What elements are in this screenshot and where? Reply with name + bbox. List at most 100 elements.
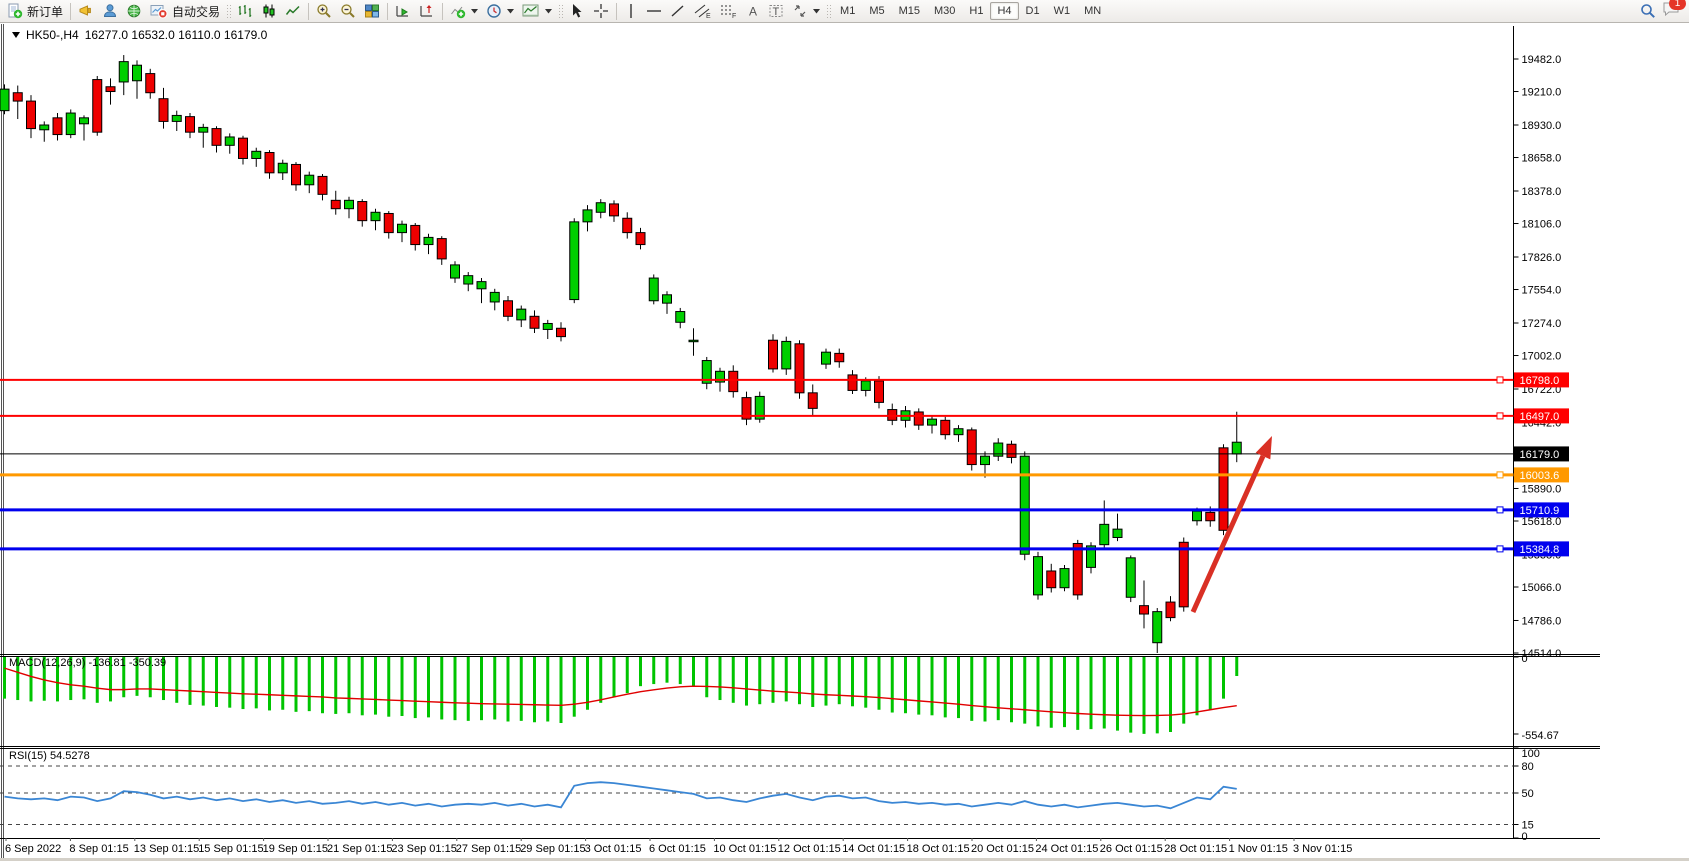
date-tick-label: 18 Oct 01:15 [907,843,970,855]
arrows-tool[interactable] [788,1,824,21]
toolbar-separator [308,3,309,20]
candle-down [610,204,619,216]
text-icon: A [746,3,760,19]
indicators-button[interactable] [446,1,482,21]
community-button[interactable] [98,1,122,21]
hline-handle[interactable] [1497,472,1503,478]
candle-chart-button[interactable] [257,1,281,21]
fibonacci-tool[interactable]: F [716,1,742,21]
zoom-in-button[interactable] [312,1,336,21]
new-order-button[interactable]: 新订单 [3,1,67,21]
signals-button[interactable] [122,1,146,21]
trend-line-tool[interactable] [666,1,690,21]
candle-down [557,328,566,336]
candle-up [133,65,142,81]
zoom-out-button[interactable] [336,1,360,21]
symbol-dropdown-caret[interactable] [12,32,20,38]
candle-down [106,87,115,92]
candle-up [40,125,49,130]
hline-handle[interactable] [1497,546,1503,552]
candle-down [212,129,221,146]
alerts-button[interactable] [74,1,98,21]
price-tick-label: 19482.0 [1522,54,1562,66]
auto-scroll-button[interactable] [391,1,415,21]
crosshair-tool-button[interactable] [589,1,613,21]
price-axis[interactable]: 19482.019210.018930.018658.018378.018106… [1514,54,1562,660]
autotrade-button[interactable]: 自动交易 [146,1,224,21]
candle-up [1034,557,1043,595]
candle-down [1140,606,1149,614]
toolbar-separator [616,3,617,20]
template-icon [522,3,540,19]
text-letter: A [749,5,757,19]
search-icon[interactable] [1640,3,1656,19]
templates-button[interactable] [518,1,556,21]
candle-down [27,101,36,129]
periods-button[interactable] [482,1,518,21]
candle-down [159,99,168,122]
tf-m30-button[interactable]: M30 [927,2,962,20]
candle-up [1113,529,1122,537]
level-lines-layer: 16798.016497.016179.016003.615710.915384… [0,372,1569,556]
date-axis[interactable]: 6 Sep 20228 Sep 01:1513 Sep 01:1515 Sep … [0,838,1689,861]
price-tick-label: 17826.0 [1522,252,1562,264]
auto-scroll-icon [395,3,411,19]
candle-up [0,89,9,111]
trend-arrow-annotation[interactable] [1193,436,1272,612]
candle-up [689,340,698,342]
candle-up [954,429,963,435]
tf-h4-button[interactable]: H4 [990,2,1018,20]
hline-handle[interactable] [1497,377,1503,383]
rsi-tick-label: 0 [1522,831,1528,843]
price-tick-label: 15066.0 [1522,582,1562,594]
rsi-tick-label: 100 [1522,748,1540,760]
toolbar-right: 1 [1640,1,1686,22]
horizontal-line-tool[interactable] [642,1,666,21]
new-order-label: 新订单 [27,3,63,20]
price-level-tag-text: 16798.0 [1520,375,1560,387]
text-label-tool[interactable]: T [764,1,788,21]
date-tick-label: 13 Sep 01:15 [134,843,199,855]
chat-badge: 1 [1669,0,1686,10]
vertical-line-tool[interactable] [620,1,642,21]
line-chart-button[interactable] [281,1,305,21]
candle-up [305,175,314,185]
chart-canvas[interactable]: 19482.019210.018930.018658.018378.018106… [0,0,1689,861]
fibonacci-letter: F [732,13,736,19]
candle-up [1126,558,1135,597]
channel-tool[interactable]: E [690,1,716,21]
candle-up [451,265,460,278]
candle-up [822,352,831,364]
hline-handle[interactable] [1497,413,1503,419]
price-tick-label: 18930.0 [1522,120,1562,132]
tf-m15-button[interactable]: M15 [892,2,927,20]
tf-d1-button[interactable]: D1 [1019,2,1047,20]
cursor-tool-button[interactable] [565,1,589,21]
chart-symbol-period: HK50-,H4 [26,28,79,42]
chat-button[interactable]: 1 [1662,1,1680,22]
hline-handle[interactable] [1497,507,1503,513]
price-level-tag-text: 15710.9 [1520,505,1560,517]
tf-mn-button[interactable]: MN [1077,2,1108,20]
bar-chart-button[interactable] [233,1,257,21]
chevron-down-icon [507,9,514,14]
candle-up [490,292,499,302]
tf-h1-button[interactable]: H1 [962,2,990,20]
chart-shift-button[interactable] [415,1,439,21]
tf-m1-button[interactable]: M1 [833,2,862,20]
candle-down [636,233,645,245]
tile-windows-button[interactable] [360,1,384,21]
candle-up [543,323,552,329]
price-level-tag-text: 16179.0 [1520,449,1560,461]
vertical-line-icon [624,3,638,19]
candle-down [13,93,22,101]
candle-down [914,412,923,425]
macd-tick-label: -554.67 [1522,730,1559,742]
candle-down [292,164,301,184]
autotrade-icon [150,3,168,19]
text-tool[interactable]: A [742,1,764,21]
tf-m5-button[interactable]: M5 [862,2,891,20]
tf-w1-button[interactable]: W1 [1047,2,1078,20]
chart-ohlc-values: 16277.0 16532.0 16110.0 16179.0 [85,28,268,42]
date-tick-label: 12 Oct 01:15 [778,843,841,855]
